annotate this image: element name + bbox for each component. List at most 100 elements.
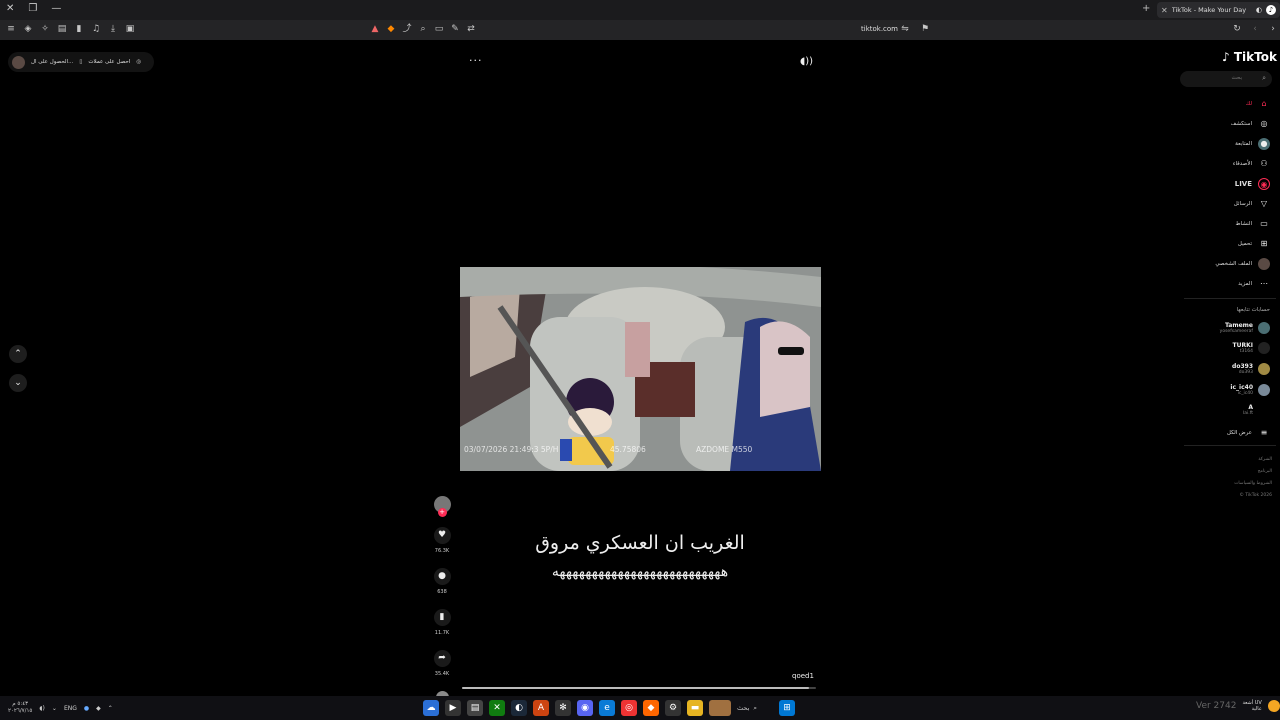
account-item[interactable]: TURKI t3164: [1233, 342, 1270, 354]
language-indicator[interactable]: ENG: [64, 705, 77, 712]
app-adobe-icon[interactable]: A: [533, 700, 549, 716]
comment-action[interactable]: ● 638: [431, 568, 453, 595]
account-item[interactable]: Tameme yosefsameeraf: [1220, 322, 1270, 334]
network-icon[interactable]: ⌄: [52, 705, 57, 712]
zoom-icon[interactable]: ⌕: [418, 23, 428, 35]
download-icon[interactable]: ⤓: [108, 23, 118, 35]
search-input[interactable]: بحث ⌕: [1180, 71, 1272, 87]
menu-icon[interactable]: ≡: [6, 23, 16, 35]
tiktok-logo[interactable]: ♪ TikTok: [1222, 50, 1277, 64]
footer-company[interactable]: الشركة: [1258, 457, 1272, 462]
brave-shield-icon[interactable]: ◆: [386, 23, 396, 35]
clock[interactable]: ٥:٤٣ م ٢٠٢٦/٧/١٥: [8, 701, 32, 715]
sidebar-icon[interactable]: ▮: [74, 23, 84, 35]
nav-following[interactable]: المتابعة ●: [1235, 138, 1270, 150]
shield-icon[interactable]: ◈: [23, 23, 33, 35]
music-icon[interactable]: ♫: [91, 23, 101, 35]
app-terminal-icon[interactable]: ▤: [467, 700, 483, 716]
app-discord-icon[interactable]: ◉: [577, 700, 593, 716]
close-window-icon[interactable]: ✕: [6, 3, 14, 14]
tabs-icon[interactable]: ▤: [57, 23, 67, 35]
more-options-button[interactable]: ···: [469, 54, 483, 67]
footer-program[interactable]: البرنامج: [1258, 469, 1272, 474]
tab-audio-icon[interactable]: ◐: [1256, 6, 1262, 14]
controller-icon[interactable]: ◆: [96, 705, 101, 712]
restore-window-icon[interactable]: ❐: [28, 3, 37, 14]
tray-expand-icon[interactable]: ⌃: [108, 705, 113, 712]
nav-for-you[interactable]: لك ⌂: [1246, 98, 1270, 110]
speaker-icon[interactable]: ◖)): [800, 56, 813, 67]
screenshot-icon[interactable]: ▣: [125, 23, 135, 35]
nav-explore[interactable]: استكشف ◎: [1231, 118, 1270, 130]
reader-icon[interactable]: ⇋: [900, 23, 910, 35]
share-action[interactable]: ➦ 35.4K: [431, 650, 453, 677]
app-chatgpt-icon[interactable]: ✻: [555, 700, 571, 716]
account-item[interactable]: do393 do393: [1232, 363, 1270, 375]
address-url[interactable]: tiktok.com: [861, 25, 898, 33]
show-more-accounts[interactable]: عرض الكل ≡: [1227, 427, 1270, 439]
bookmark-icon[interactable]: ▮: [433, 609, 451, 626]
video-frame[interactable]: 03/07/2026 21:49:3 5P/H 45.75806 AZDOME …: [460, 267, 821, 471]
nav-activity[interactable]: النشاط ▭: [1235, 218, 1270, 230]
extensions-icon[interactable]: ✧: [40, 23, 50, 35]
account-handle: do393: [1238, 370, 1253, 375]
translate-icon[interactable]: ⇄: [466, 23, 476, 35]
nav-messages[interactable]: الرسائل ▽: [1234, 198, 1270, 210]
back-icon[interactable]: ›: [1268, 23, 1278, 35]
app-edge-icon[interactable]: e: [599, 700, 615, 716]
app-weather-icon[interactable]: ☁: [423, 700, 439, 716]
new-tab-button[interactable]: +: [1142, 3, 1150, 14]
get-app-label[interactable]: الحصول على ال...: [31, 59, 73, 65]
video-author[interactable]: qoed1: [792, 672, 814, 680]
app-widget-icon[interactable]: [709, 700, 731, 716]
like-action[interactable]: ♥ 76.3K: [431, 527, 453, 554]
nav-live[interactable]: LIVE ◉: [1235, 178, 1270, 190]
heart-icon[interactable]: ♥: [433, 527, 451, 544]
minimize-window-icon[interactable]: —: [51, 3, 61, 14]
top-left-pill[interactable]: الحصول على ال... ▯ احصل على عملات ◎: [8, 52, 154, 72]
video-progress-bar[interactable]: [462, 687, 816, 689]
right-sidebar: ♪ TikTok بحث ⌕ لك ⌂ استكشف ◎ المتابعة ● …: [1180, 40, 1280, 696]
get-coins-label[interactable]: احصل على عملات: [88, 59, 130, 65]
nav-more[interactable]: المزيد ⋯: [1238, 278, 1270, 290]
mic-icon[interactable]: ●: [84, 705, 89, 712]
nav-friends[interactable]: الأصدقاء ⚇: [1233, 158, 1270, 170]
search-icon[interactable]: ⌕: [1262, 74, 1266, 83]
account-item[interactable]: Alai.ft: [1243, 404, 1270, 416]
app-media-icon[interactable]: ▶: [445, 700, 461, 716]
user-avatar[interactable]: [12, 55, 25, 69]
forward-icon[interactable]: ‹: [1250, 23, 1260, 35]
comment-icon[interactable]: ●: [433, 568, 451, 585]
save-action[interactable]: ▮ 11.7K: [431, 609, 453, 636]
cast-icon[interactable]: ▭: [434, 23, 444, 35]
nav-label: الأصدقاء: [1232, 161, 1252, 167]
pen-icon[interactable]: ✎: [450, 23, 460, 35]
creator-avatar[interactable]: +: [433, 496, 451, 517]
share-icon[interactable]: ⤴: [402, 23, 412, 35]
app-xbox-icon[interactable]: ✕: [489, 700, 505, 716]
app-settings-icon[interactable]: ⚙: [665, 700, 681, 716]
weather-widget[interactable]: أشعة UV عالية: [1242, 700, 1261, 712]
app-steam-icon[interactable]: ◐: [511, 700, 527, 716]
tab-close-icon[interactable]: ✕: [1161, 6, 1168, 15]
account-item[interactable]: ic_ic40 ic_ic40: [1230, 384, 1270, 396]
reload-icon[interactable]: ↻: [1232, 23, 1242, 35]
previous-video-button[interactable]: ⌃: [9, 345, 27, 363]
nav-profile[interactable]: الملف الشخصي: [1215, 258, 1270, 270]
app-chrome-icon[interactable]: ◎: [621, 700, 637, 716]
alert-icon[interactable]: ▲: [370, 23, 380, 35]
footer-terms[interactable]: الشروط والسياسات: [1234, 481, 1272, 486]
account-avatar: [1258, 404, 1270, 416]
next-video-button[interactable]: ⌄: [9, 374, 27, 392]
bookmark-icon[interactable]: ⚑: [920, 23, 930, 35]
nav-upload[interactable]: تحميل ⊞: [1238, 238, 1270, 250]
follow-plus-icon[interactable]: +: [437, 508, 447, 517]
taskbar-search[interactable]: بحث ⌕: [737, 701, 773, 716]
volume-icon[interactable]: ◖): [39, 705, 45, 712]
activity-icon: ▭: [1260, 219, 1268, 228]
app-explorer-icon[interactable]: ▬: [687, 700, 703, 716]
app-brave-icon[interactable]: ◆: [643, 700, 659, 716]
tab-tiktok[interactable]: ✕ TikTok - Make Your Day ◐ ♪: [1157, 2, 1280, 18]
start-windows-icon[interactable]: ⊞: [779, 700, 795, 716]
share-arrow-icon[interactable]: ➦: [433, 650, 451, 667]
